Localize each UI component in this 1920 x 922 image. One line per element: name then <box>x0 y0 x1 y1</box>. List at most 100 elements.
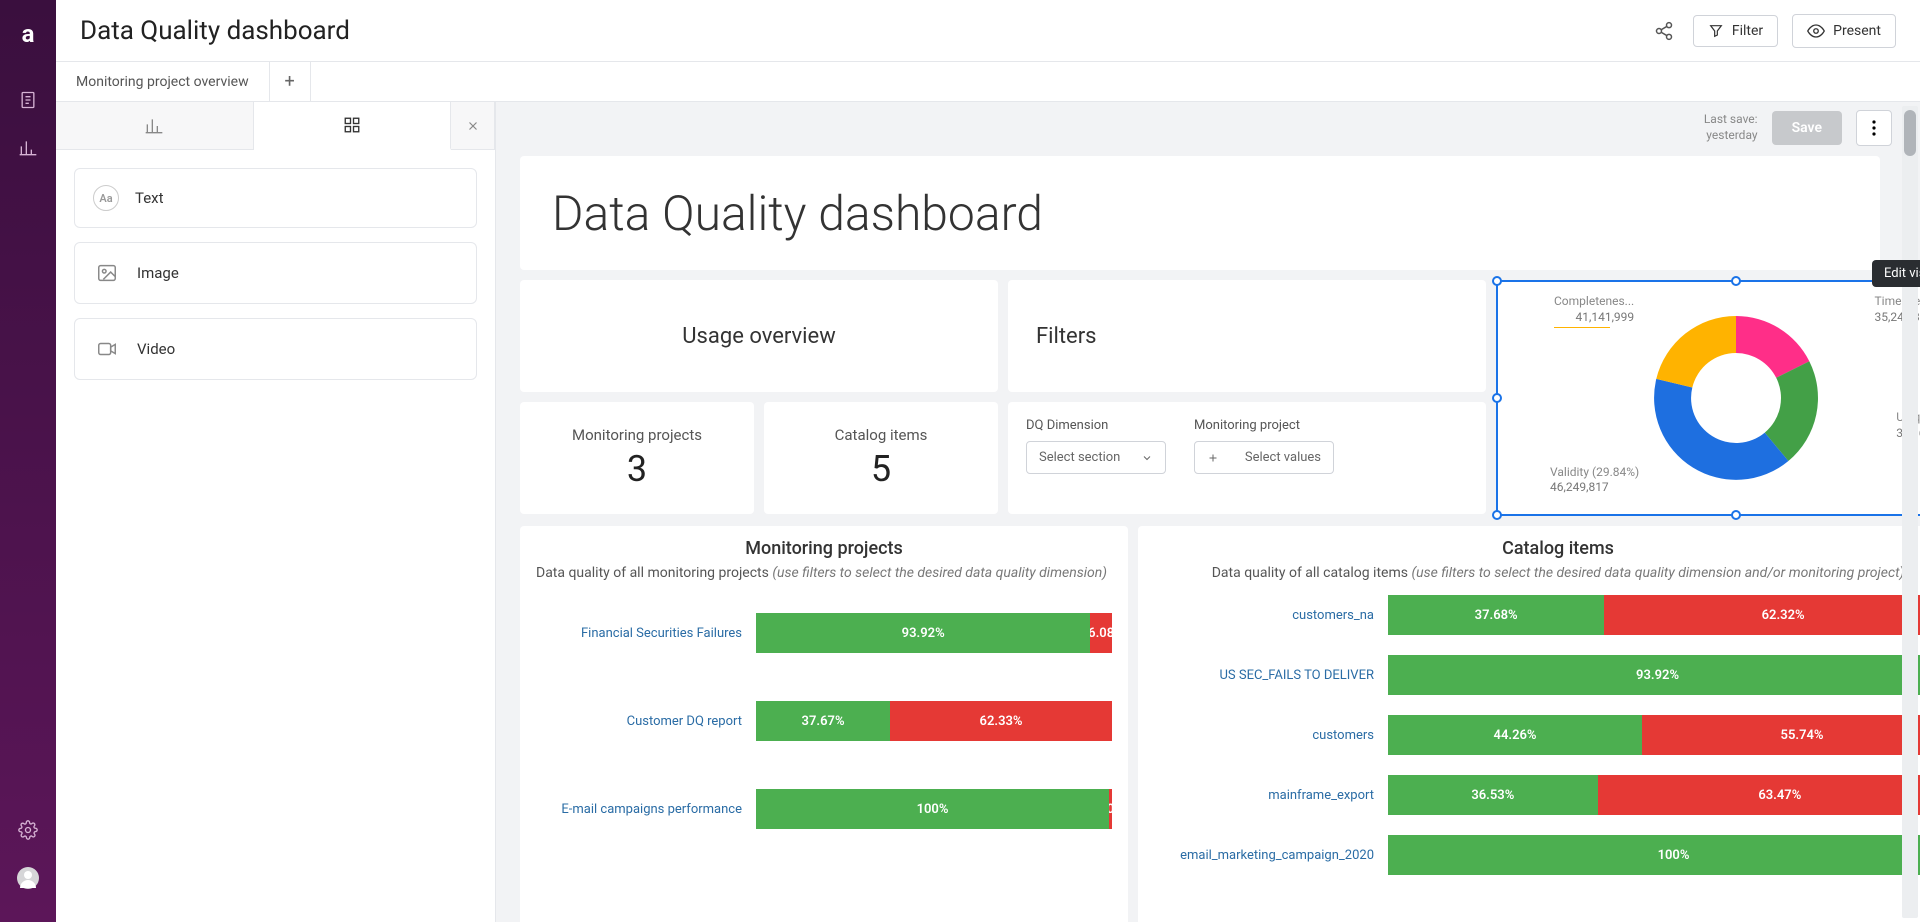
donut-chart <box>1636 298 1836 498</box>
bar-row: mainframe_export36.53%63.47% <box>1154 775 1920 815</box>
vertical-scrollbar <box>1902 106 1918 918</box>
panel-monitoring-projects[interactable]: Monitoring projects Data quality of all … <box>520 526 1128 922</box>
nav-avatar[interactable] <box>8 858 48 898</box>
widget-item-text[interactable]: Aa Text <box>74 168 477 228</box>
last-save-text: Last save: yesterday <box>1704 112 1758 143</box>
present-label: Present <box>1833 23 1881 39</box>
image-icon <box>93 259 121 287</box>
stat-value: 5 <box>871 448 891 490</box>
bar-row: customers_na37.68%62.32% <box>1154 595 1920 635</box>
main-column: Data Quality dashboard Filter Present Mo… <box>56 0 1920 922</box>
content-row: Aa Text Image Video <box>56 102 1920 922</box>
stat-label: Monitoring projects <box>572 426 702 444</box>
bar-good-segment: 93.92% <box>1388 655 1920 695</box>
panel-title: Catalog items <box>1154 538 1920 559</box>
widget-list: Aa Text Image Video <box>56 150 495 398</box>
present-button[interactable]: Present <box>1792 14 1896 48</box>
tab-monitoring-overview[interactable]: Monitoring project overview <box>56 62 270 101</box>
dashboard-title-card[interactable]: Data Quality dashboard <box>520 156 1880 270</box>
nav-document-icon[interactable] <box>8 80 48 120</box>
dq-dimension-select[interactable]: Select section <box>1026 441 1166 474</box>
widget-tab-grid[interactable] <box>254 102 452 150</box>
panel-description: Data quality of all monitoring projects … <box>536 565 1112 581</box>
bar-category-label: Customer DQ report <box>536 714 756 729</box>
more-menu-button[interactable] <box>1856 110 1892 146</box>
widget-item-image[interactable]: Image <box>74 242 477 304</box>
scroll-thumb[interactable] <box>1904 110 1916 156</box>
bar-track: 36.53%63.47% <box>1388 775 1920 815</box>
bar-category-label: mainframe_export <box>1154 788 1388 803</box>
filter-icon <box>1708 23 1724 39</box>
canvas-inner: Data Quality dashboard Usage overview Fi… <box>520 156 1880 922</box>
panel-description: Data quality of all catalog items (use f… <box>1154 565 1920 581</box>
nav-settings-icon[interactable] <box>8 810 48 850</box>
filter-dq-dimension: DQ Dimension Select section <box>1026 418 1166 498</box>
tab-add-button[interactable]: + <box>270 62 311 101</box>
close-icon <box>466 119 480 133</box>
share-icon[interactable] <box>1649 16 1679 46</box>
page-title: Data Quality dashboard <box>80 16 350 46</box>
filter-label: DQ Dimension <box>1026 418 1166 433</box>
plus-icon <box>1207 452 1219 464</box>
bar-good-segment: 37.67% <box>756 701 890 741</box>
donut-visualization[interactable]: Completenes... 41,141,999 Timeliness (2.… <box>1496 280 1920 516</box>
bar-track: 37.67%62.33% <box>756 701 1112 741</box>
bar-track: 44.26%55.74% <box>1388 715 1920 755</box>
stat-label: Catalog items <box>835 426 928 444</box>
save-button[interactable]: Save <box>1772 111 1842 145</box>
video-icon <box>93 335 121 363</box>
widget-panel-tabs <box>56 102 495 150</box>
widget-item-label: Video <box>137 340 175 358</box>
nav-chart-icon[interactable] <box>8 128 48 168</box>
widget-panel-close[interactable] <box>451 102 495 149</box>
bar-row: E-mail campaigns performance100%0 <box>536 789 1112 829</box>
bar-track: 100%0 <box>1388 835 1920 875</box>
chevron-down-icon <box>1141 452 1153 464</box>
bar-category-label: E-mail campaigns performance <box>536 802 756 817</box>
bar-category-label: Financial Securities Failures <box>536 626 756 641</box>
bar-track: 93.92%6.08 <box>756 613 1112 653</box>
bar-good-segment: 36.53% <box>1388 775 1598 815</box>
bar-bad-segment: 0 <box>1109 789 1112 829</box>
monitoring-project-select[interactable]: Select values <box>1194 441 1334 474</box>
donut-label-completeness: Completenes... 41,141,999 <box>1554 294 1634 328</box>
bar-category-label: US SEC_FAILS TO DELIVER <box>1154 668 1388 683</box>
more-vertical-icon <box>1872 120 1876 136</box>
bar-bad-segment: 62.32% <box>1604 595 1920 635</box>
bar-row: email_marketing_campaign_2020100%0 <box>1154 835 1920 875</box>
stat-monitoring-projects[interactable]: Monitoring projects 3 <box>520 402 754 514</box>
bar-chart-icon <box>144 116 164 136</box>
bar-category-label: email_marketing_campaign_2020 <box>1154 848 1388 863</box>
panel-catalog-items[interactable]: Catalog items Data quality of all catalo… <box>1138 526 1920 922</box>
widget-item-video[interactable]: Video <box>74 318 477 380</box>
filters-card[interactable]: DQ Dimension Select section Monitoring p… <box>1008 402 1486 514</box>
bar-bad-segment: 62.33% <box>890 701 1112 741</box>
bar-track: 93.92%6.08% <box>1388 655 1920 695</box>
panel-title: Monitoring projects <box>536 538 1112 559</box>
filter-label: Monitoring project <box>1194 418 1334 433</box>
bar-good-segment: 100% <box>756 789 1109 829</box>
filter-button[interactable]: Filter <box>1693 15 1778 47</box>
dashboard-canvas: Last save: yesterday Save Data Quality d… <box>496 102 1920 922</box>
widget-tab-charts[interactable] <box>56 102 254 149</box>
edit-visualization-tooltip: Edit visualization <box>1872 260 1920 287</box>
widget-item-label: Text <box>135 189 164 207</box>
donut-label-validity: Validity (29.84%) 46,249,817 <box>1550 465 1639 496</box>
widget-panel: Aa Text Image Video <box>56 102 496 922</box>
filter-label: Filter <box>1732 23 1763 39</box>
card-filters-header[interactable]: Filters <box>1008 280 1486 392</box>
bar-track: 100%0 <box>756 789 1112 829</box>
grid-icon <box>343 116 361 134</box>
bar-category-label: customers <box>1154 728 1388 743</box>
bar-row: Customer DQ report37.67%62.33% <box>536 701 1112 741</box>
stat-catalog-items[interactable]: Catalog items 5 <box>764 402 998 514</box>
app-logo: a <box>22 20 35 48</box>
filter-monitoring-project: Monitoring project Select values <box>1194 418 1334 498</box>
bar-row: customers44.26%55.74% <box>1154 715 1920 755</box>
bar-track: 37.68%62.32% <box>1388 595 1920 635</box>
stat-value: 3 <box>627 448 647 490</box>
text-icon: Aa <box>93 185 119 211</box>
canvas-topbar: Last save: yesterday Save <box>1704 110 1892 146</box>
bar-bad-segment: 6.08 <box>1090 613 1112 653</box>
card-usage-overview[interactable]: Usage overview <box>520 280 998 392</box>
